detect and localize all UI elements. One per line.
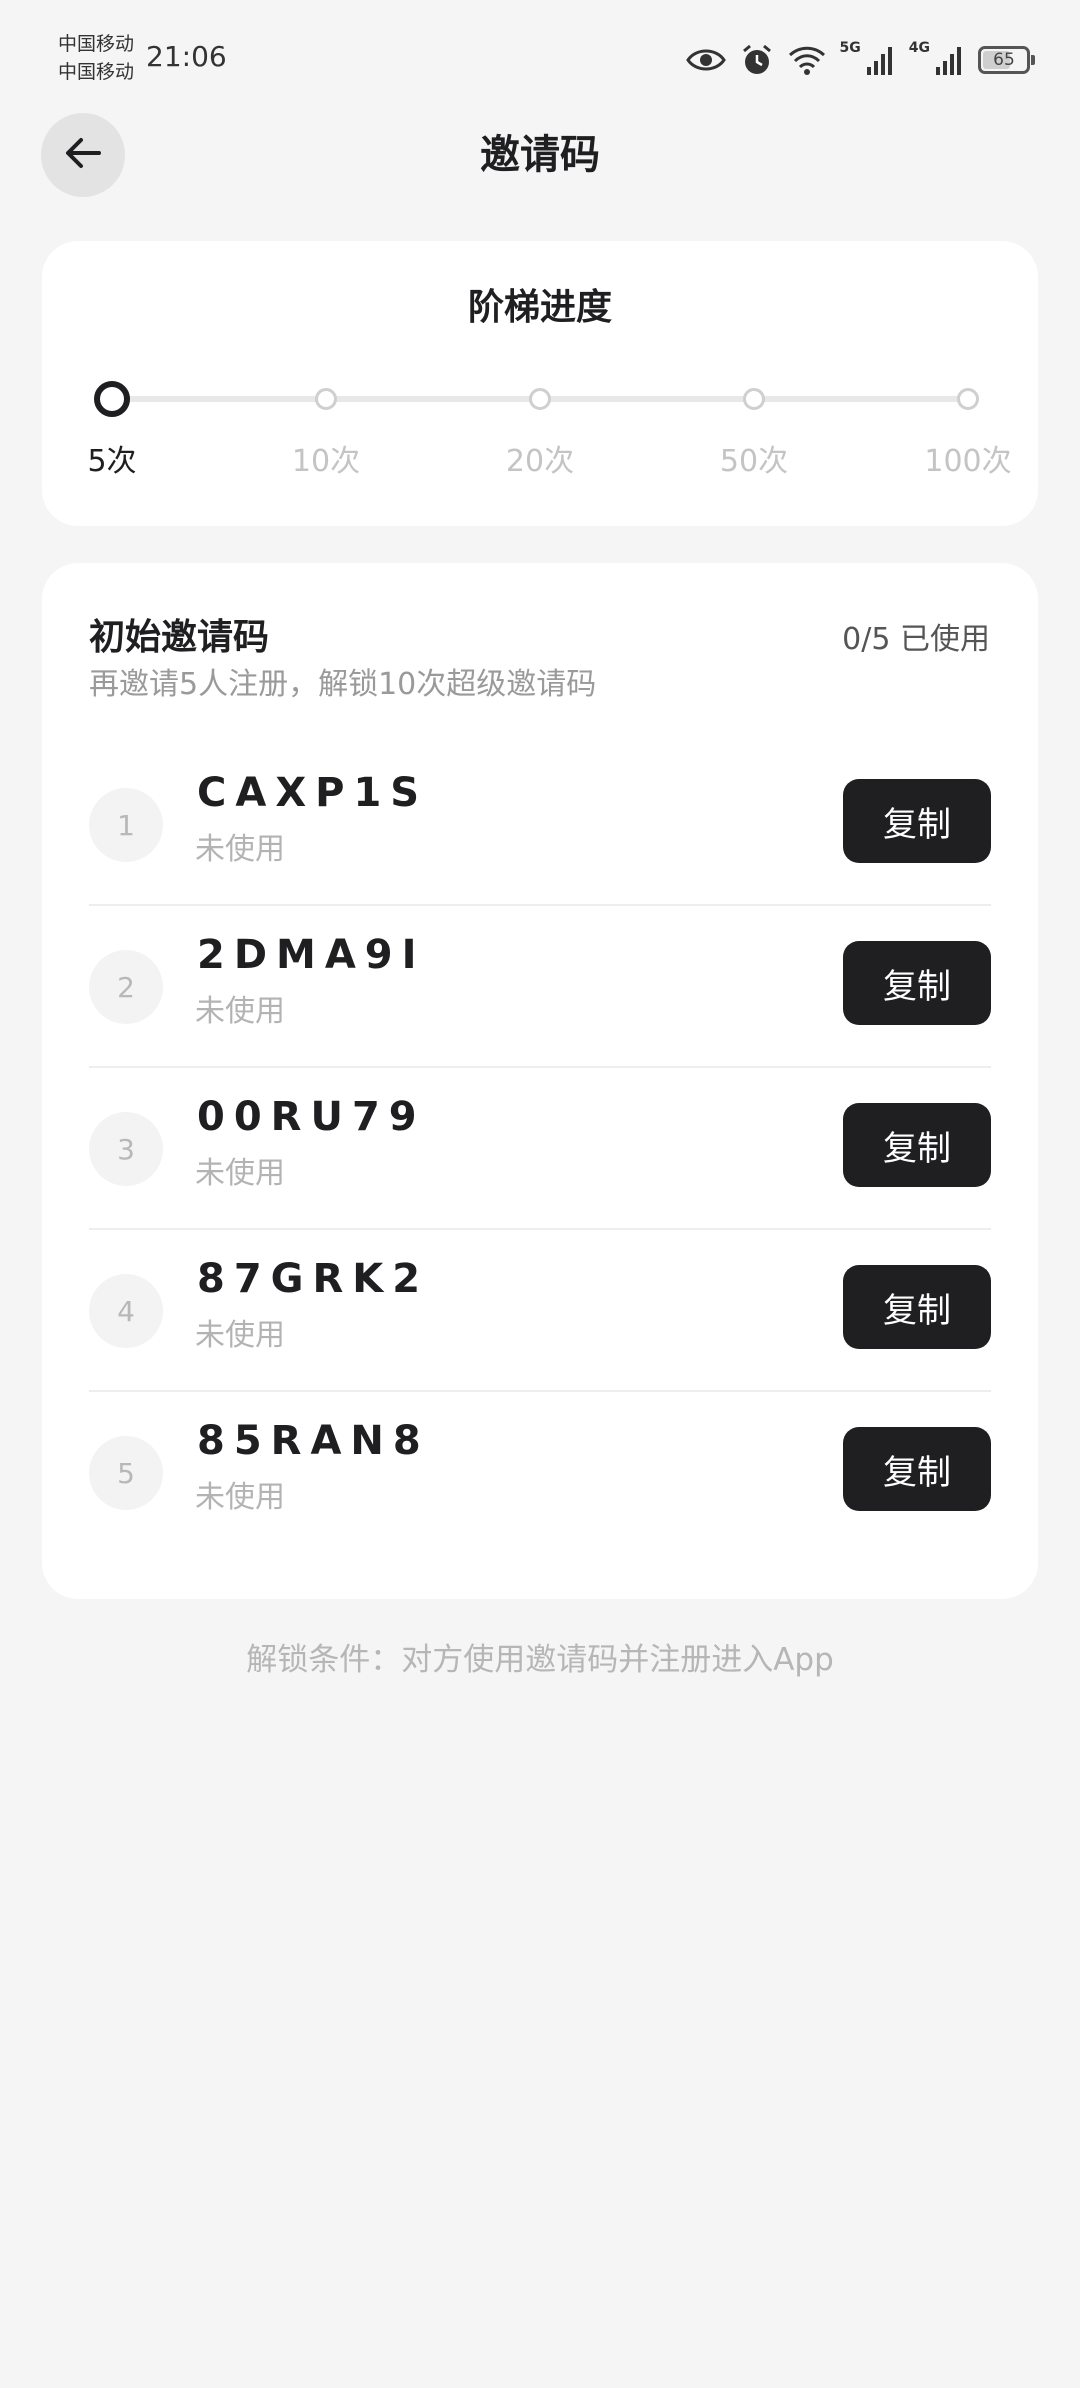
progress-step-dot (315, 388, 337, 410)
page-title: 邀请码 (480, 132, 600, 178)
unlock-condition-note: 解锁条件：对方使用邀请码并注册进入App (246, 1642, 834, 1678)
invite-code: 85RAN8 (197, 1418, 430, 1464)
invite-code-row: 4 87GRK2 未使用 复制 (89, 1230, 991, 1392)
progress-step-label: 20次 (505, 444, 575, 479)
signal-icon (934, 45, 964, 75)
usage-count: 0/5 已使用 (842, 622, 990, 657)
invite-code: CAXP1S (197, 770, 429, 816)
invite-code-row: 3 00RU79 未使用 复制 (89, 1068, 991, 1230)
invite-code-row: 2 2DMA9I 未使用 复制 (89, 906, 991, 1068)
copy-button[interactable]: 复制 (843, 1265, 991, 1349)
copy-button[interactable]: 复制 (843, 779, 991, 863)
copy-button[interactable]: 复制 (843, 941, 991, 1025)
status-icons: 5G 4G 65 (685, 38, 1035, 82)
invite-code: 87GRK2 (197, 1256, 430, 1302)
battery-percent: 65 (993, 50, 1015, 70)
signal-icon (865, 45, 895, 75)
row-index-badge: 1 (89, 788, 163, 862)
alarm-icon (740, 43, 774, 77)
progress-step-dot (529, 388, 551, 410)
section-hint: 再邀请5人注册，解锁10次超级邀请码 (89, 667, 597, 702)
copy-button[interactable]: 复制 (843, 1427, 991, 1511)
eye-icon (685, 46, 726, 74)
row-index-badge: 3 (89, 1112, 163, 1186)
progress-step-label: 10次 (291, 444, 361, 479)
invite-code-row: 5 85RAN8 未使用 复制 (89, 1392, 991, 1554)
network-5g-label: 5G (839, 40, 861, 56)
section-title: 初始邀请码 (89, 617, 270, 658)
progress-step-label: 50次 (719, 444, 789, 479)
progress-card: 阶梯进度 (42, 241, 1038, 526)
copy-button[interactable]: 复制 (843, 1103, 991, 1187)
carrier-2: 中国移动 (58, 61, 135, 83)
status-bar: 中国移动 中国移动 21:06 5G 4G 65 (0, 0, 1080, 110)
wifi-icon (788, 45, 826, 75)
row-index-badge: 2 (89, 950, 163, 1024)
invite-code: 2DMA9I (197, 932, 426, 978)
battery-icon: 65 (978, 46, 1035, 74)
progress-step-label: 100次 (924, 444, 1012, 479)
progress-step-dot (743, 388, 765, 410)
carrier-labels: 中国移动 中国移动 (58, 30, 134, 86)
code-status: 未使用 (195, 1318, 285, 1353)
status-time: 21:06 (146, 40, 227, 73)
carrier-1: 中国移动 (58, 33, 135, 55)
invite-code-row: 1 CAXP1S 未使用 复制 (89, 744, 991, 906)
code-status: 未使用 (195, 994, 285, 1029)
row-index-badge: 4 (89, 1274, 163, 1348)
code-status: 未使用 (195, 1156, 285, 1191)
code-status: 未使用 (195, 832, 285, 867)
code-status: 未使用 (195, 1480, 285, 1515)
row-index-badge: 5 (89, 1436, 163, 1510)
progress-step-dot (957, 388, 979, 410)
network-4g-label: 4G (908, 40, 930, 56)
progress-step-label: 5次 (87, 444, 137, 479)
progress-title: 阶梯进度 (467, 287, 612, 328)
invite-code: 00RU79 (197, 1094, 426, 1140)
invite-codes-card: 初始邀请码 0/5 已使用 再邀请5人注册，解锁10次超级邀请码 1 CAXP1S… (42, 563, 1038, 1599)
progress-step-dot (94, 381, 130, 417)
